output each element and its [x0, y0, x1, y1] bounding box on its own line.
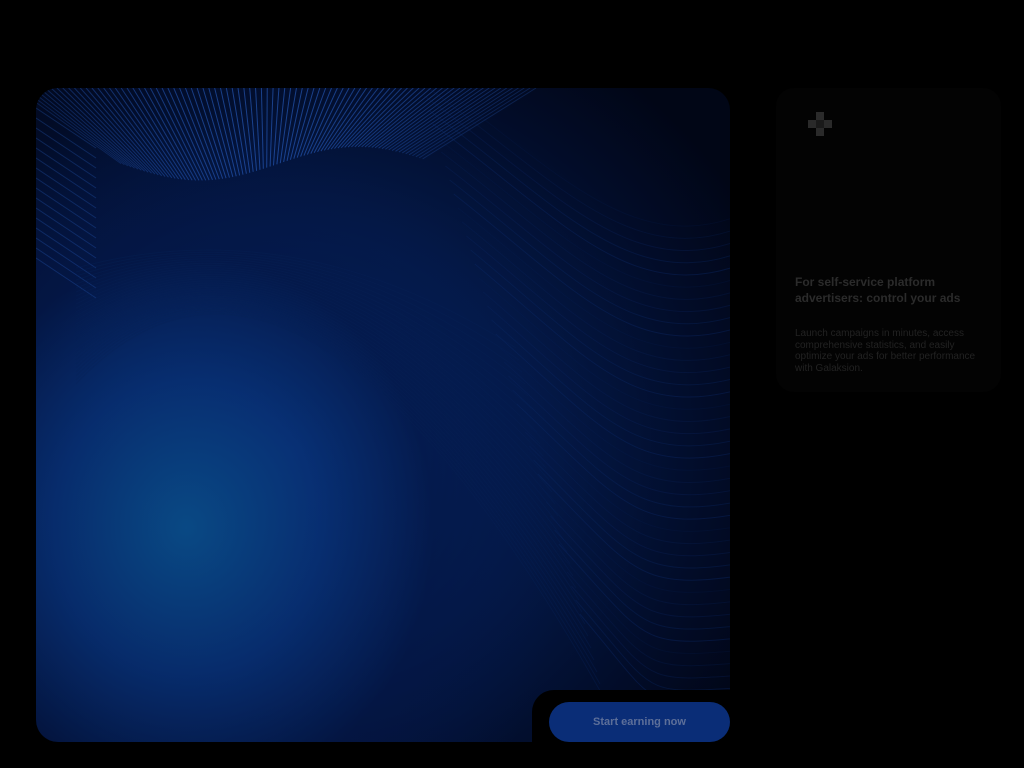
card-description: Launch campaigns in minutes, access comp… [795, 328, 976, 374]
hero-visual [36, 88, 730, 742]
diamond-grid-icon [808, 112, 832, 136]
hero-line-pattern [36, 88, 730, 703]
card-title: For self-service platform advertisers: c… [795, 275, 961, 305]
start-earning-button[interactable]: Start earning now [549, 702, 730, 742]
landing-section: Start earning now For self-service platf… [0, 0, 1024, 768]
advertisers-card: For self-service platform advertisers: c… [776, 88, 1001, 392]
